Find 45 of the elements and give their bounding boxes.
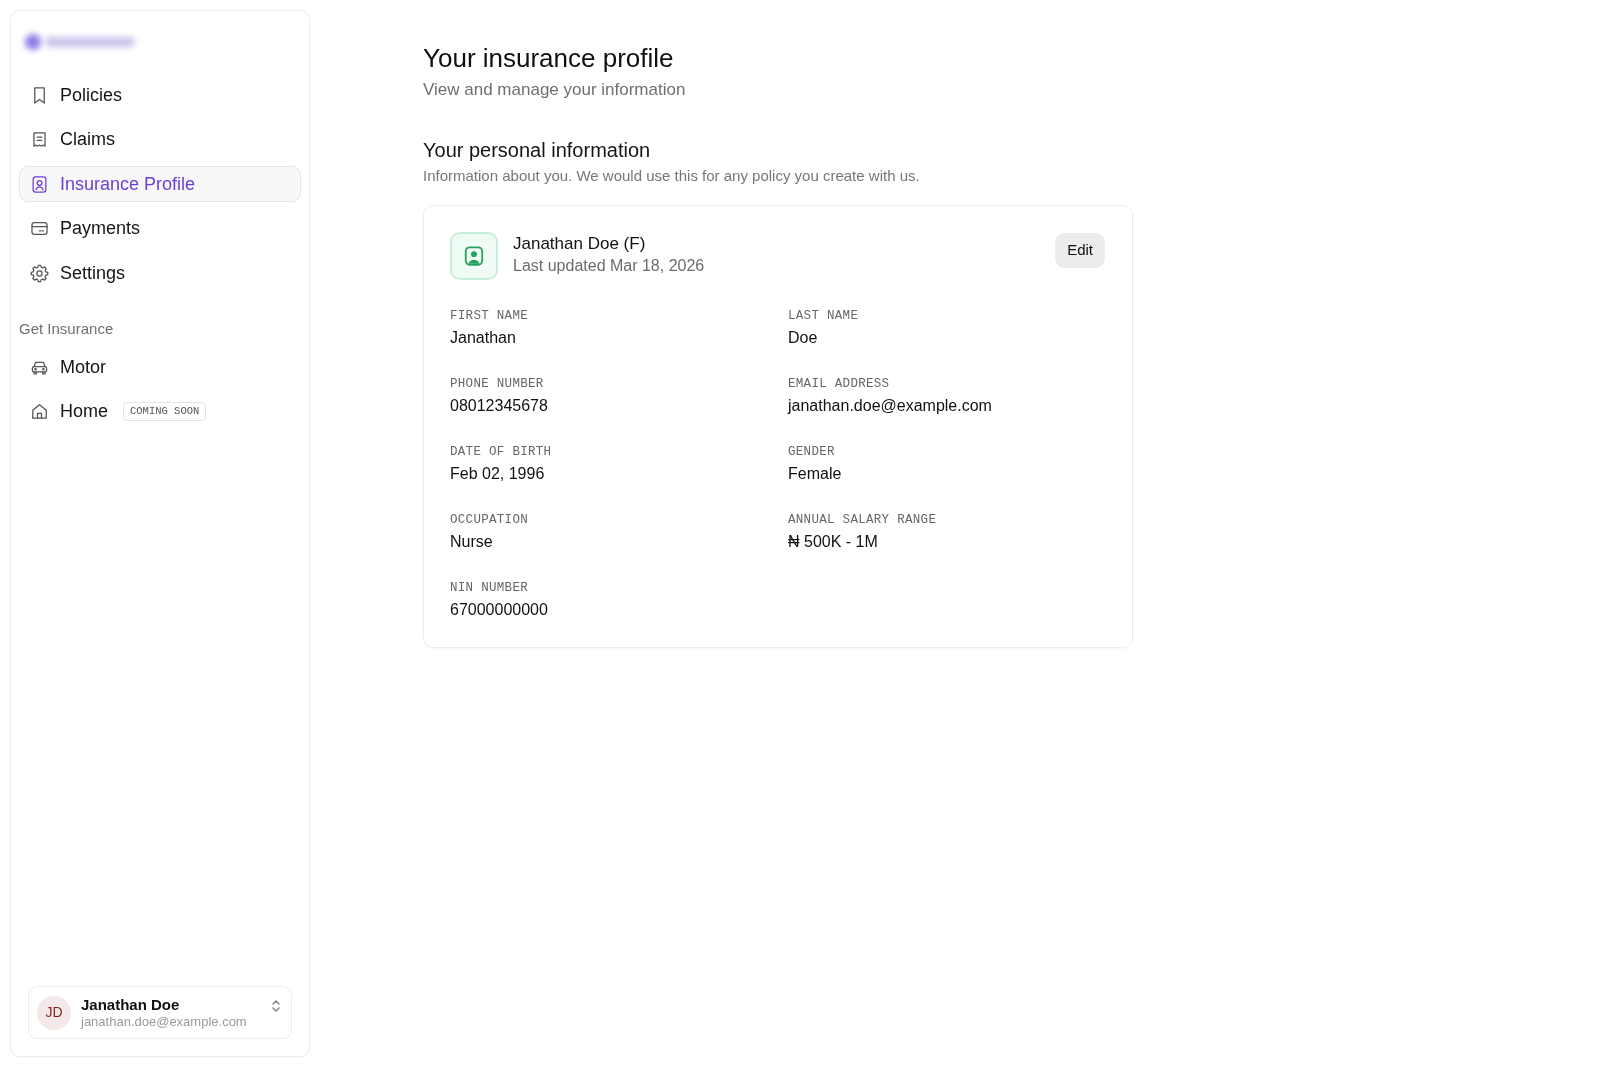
profile-icon [30, 174, 49, 194]
chevron-up-down-icon [271, 999, 281, 1013]
profile-name: Janathan Doe (F) [513, 233, 647, 254]
card-icon [30, 219, 49, 238]
field-label: ANNUAL SALARY RANGE [788, 512, 938, 528]
field-value: ₦ 500K - 1M [788, 532, 879, 552]
section-heading: Get Insurance [19, 320, 115, 338]
sidebar-item[interactable]: Settings [19, 255, 301, 291]
field-label: NIN NUMBER [450, 580, 529, 596]
field-label: LAST NAME [788, 308, 860, 324]
field-value: 67000000000 [450, 600, 549, 620]
sidebar-item[interactable]: Claims [19, 121, 301, 158]
user-email: janathan.doe@example.com [81, 1013, 248, 1030]
user-avatar: JD [37, 995, 71, 1030]
user-menu[interactable]: JD Janathan Doe janathan.doe@example.com [28, 986, 292, 1039]
field-label: FIRST NAME [450, 308, 529, 324]
sidebar-item[interactable]: Motor [19, 349, 301, 385]
field-label: PHONE NUMBER [450, 376, 545, 392]
section-title: Your personal information [423, 138, 652, 162]
field-value: Nurse [450, 532, 494, 552]
sidebar-item[interactable]: Policies [19, 77, 301, 113]
field-label: OCCUPATION [450, 512, 529, 528]
field-value: Female [788, 464, 843, 484]
field-value: Doe [788, 328, 819, 348]
field-label: EMAIL ADDRESS [788, 376, 891, 392]
user-name: Janathan Doe [81, 995, 181, 1014]
field-value: Janathan [450, 328, 517, 348]
section-description: Information about you. We would use this for any policy you create with us. [423, 167, 921, 185]
field-label: DATE OF BIRTH [450, 444, 553, 460]
last-updated-text: Last updated Mar 18, 2026 [513, 256, 706, 276]
status-tag: COMING SOON [123, 402, 207, 421]
sidebar-item[interactable]: Home COMING SOON [19, 393, 301, 430]
sidebar-item[interactable]: Insurance Profile [19, 166, 301, 202]
receipt-icon [30, 130, 49, 149]
edit-button[interactable]: Edit [1055, 233, 1105, 268]
field-value: Feb 02, 1996 [450, 464, 546, 484]
house-icon [30, 402, 49, 421]
field-value: 08012345678 [450, 396, 549, 416]
settings-icon [30, 263, 49, 283]
field-label: GENDER [788, 444, 836, 460]
profile-icon [450, 232, 498, 280]
page-subtitle: View and manage your information [423, 79, 687, 101]
page-title: Your insurance profile [423, 42, 675, 74]
field-value: janathan.doe@example.com [788, 396, 993, 416]
sidebar-item[interactable]: Payments [19, 210, 301, 247]
